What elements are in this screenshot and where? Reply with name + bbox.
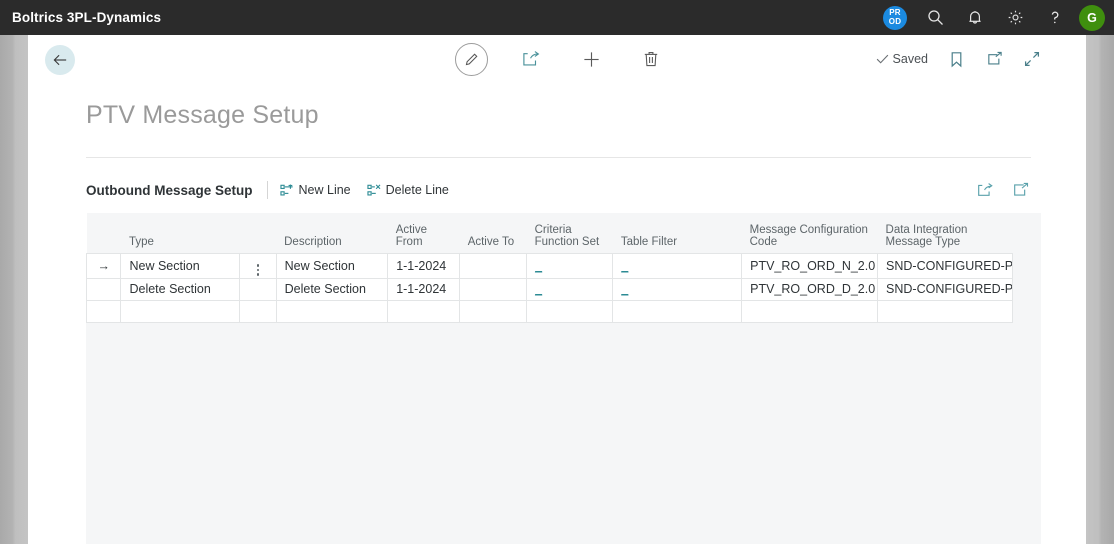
outbound-message-setup-grid: Type Description Active From Active To C… bbox=[85, 213, 1041, 544]
avatar[interactable]: G bbox=[1079, 4, 1105, 31]
criteria-function-set-link[interactable]: _ bbox=[535, 282, 542, 296]
cell-message-configuration-code[interactable]: PTV_RO_ORD_D_2.0 bbox=[741, 277, 879, 301]
top-navigation-bar: Boltrics 3PL-Dynamics PR OD G bbox=[0, 0, 1114, 35]
row-selector[interactable]: → bbox=[85, 252, 122, 279]
edit-button[interactable] bbox=[453, 41, 489, 77]
column-header-message-configuration-code[interactable]: Message Configuration Code bbox=[741, 213, 878, 253]
cell-active-from[interactable]: 1-1-2024 bbox=[387, 252, 461, 279]
page-title: PTV Message Setup bbox=[86, 101, 319, 129]
bookmark-icon[interactable] bbox=[946, 49, 966, 69]
table-header: Type Description Active From Active To C… bbox=[86, 213, 1013, 253]
column-header-selector bbox=[86, 213, 121, 253]
cell-table-filter[interactable]: _ bbox=[612, 252, 743, 279]
row-selector[interactable] bbox=[85, 299, 122, 323]
new-button[interactable] bbox=[573, 41, 609, 77]
page-gutter-right bbox=[1086, 35, 1114, 544]
environment-badge-line2: OD bbox=[888, 16, 902, 26]
cell-active-from[interactable]: 1-1-2024 bbox=[387, 277, 461, 301]
page-content: Saved PTV Message Setup Outbound Message… bbox=[28, 35, 1086, 544]
section-header: Outbound Message Setup New Line Delete L… bbox=[86, 175, 1031, 205]
new-line-icon bbox=[279, 184, 294, 197]
notification-bell-icon[interactable] bbox=[955, 0, 995, 35]
table-filter-link[interactable]: _ bbox=[621, 282, 628, 296]
table-row[interactable] bbox=[85, 299, 1013, 323]
column-header-criteria-function-set[interactable]: Criteria Function Set bbox=[526, 213, 613, 253]
check-icon bbox=[876, 54, 888, 64]
gear-icon[interactable] bbox=[995, 0, 1035, 35]
row-menu-button[interactable] bbox=[239, 277, 277, 301]
cell-criteria-function-set[interactable]: _ bbox=[526, 277, 614, 301]
cell-description[interactable]: Delete Section bbox=[275, 277, 389, 301]
command-bar: Saved bbox=[28, 35, 1086, 90]
cell-data-integration-message-type[interactable]: SND-CONFIGURED-PTV bbox=[877, 252, 1013, 279]
row-selector[interactable] bbox=[85, 277, 122, 301]
cell-type[interactable] bbox=[120, 299, 241, 323]
cell-description[interactable]: New Section bbox=[275, 252, 389, 279]
environment-badge[interactable]: PR OD bbox=[875, 0, 915, 35]
app-brand-title: Boltrics 3PL-Dynamics bbox=[12, 10, 162, 25]
column-header-description[interactable]: Description bbox=[276, 213, 388, 253]
page-gutter-left bbox=[0, 35, 28, 544]
table-body: → New Section New Section 1-1-2024 _ _ P… bbox=[85, 252, 1013, 323]
section-header-right-actions bbox=[975, 180, 1031, 200]
command-bar-right-actions: Saved bbox=[876, 49, 1042, 69]
cell-active-to[interactable] bbox=[459, 299, 528, 323]
data-table: Type Description Active From Active To C… bbox=[85, 213, 1013, 323]
new-line-label: New Line bbox=[298, 183, 351, 197]
cell-data-integration-message-type[interactable] bbox=[877, 299, 1013, 323]
delete-button[interactable] bbox=[633, 41, 669, 77]
cell-criteria-function-set[interactable] bbox=[526, 299, 614, 323]
row-menu-button[interactable] bbox=[239, 299, 277, 323]
cell-criteria-function-set[interactable]: _ bbox=[526, 252, 614, 279]
criteria-function-set-link[interactable]: _ bbox=[535, 259, 542, 273]
cell-type[interactable]: New Section bbox=[120, 252, 241, 279]
pencil-icon bbox=[454, 42, 488, 76]
section-title: Outbound Message Setup bbox=[86, 182, 253, 198]
table-header-row: Type Description Active From Active To C… bbox=[86, 213, 1013, 253]
share-export-icon[interactable] bbox=[975, 180, 995, 200]
collapse-icon[interactable] bbox=[1022, 49, 1042, 69]
avatar-initial: G bbox=[1087, 10, 1097, 25]
table-row[interactable]: Delete Section Delete Section 1-1-2024 _… bbox=[85, 277, 1013, 301]
cell-active-to[interactable] bbox=[459, 252, 528, 279]
title-divider bbox=[86, 157, 1031, 158]
delete-line-icon bbox=[367, 183, 381, 197]
cell-table-filter[interactable]: _ bbox=[612, 277, 743, 301]
help-question-icon[interactable] bbox=[1035, 0, 1075, 35]
cell-table-filter[interactable] bbox=[612, 299, 743, 323]
search-icon[interactable] bbox=[915, 0, 955, 35]
delete-line-button[interactable]: Delete Line bbox=[367, 183, 449, 197]
column-header-data-integration-message-type[interactable]: Data Integration Message Type bbox=[877, 213, 1013, 253]
table-filter-link[interactable]: _ bbox=[621, 259, 628, 273]
saved-label: Saved bbox=[892, 52, 928, 66]
cell-message-configuration-code[interactable] bbox=[741, 299, 879, 323]
new-line-button[interactable]: New Line bbox=[279, 183, 351, 197]
column-header-type[interactable]: Type bbox=[120, 213, 240, 253]
topbar-actions: PR OD G bbox=[875, 0, 1114, 35]
divider bbox=[266, 181, 268, 199]
column-header-menu bbox=[239, 213, 277, 253]
kebab-menu-icon bbox=[256, 264, 260, 276]
row-menu-button[interactable] bbox=[239, 252, 277, 279]
table-row[interactable]: → New Section New Section 1-1-2024 _ _ P… bbox=[85, 252, 1013, 279]
command-bar-center-actions bbox=[453, 41, 669, 77]
delete-line-label: Delete Line bbox=[385, 183, 449, 197]
cell-type[interactable]: Delete Section bbox=[120, 277, 241, 301]
column-header-table-filter[interactable]: Table Filter bbox=[612, 213, 742, 253]
application-window: Boltrics 3PL-Dynamics PR OD G Saved PTV … bbox=[0, 0, 1114, 544]
cell-data-integration-message-type[interactable]: SND-CONFIGURED-PTV bbox=[877, 277, 1013, 301]
column-header-active-to[interactable]: Active To bbox=[459, 213, 527, 253]
cell-active-from[interactable] bbox=[387, 299, 461, 323]
cell-active-to[interactable] bbox=[459, 277, 528, 301]
share-button[interactable] bbox=[513, 41, 549, 77]
back-button[interactable] bbox=[45, 45, 75, 75]
expand-icon[interactable] bbox=[1011, 180, 1031, 200]
cell-description[interactable] bbox=[275, 299, 389, 323]
column-header-active-from[interactable]: Active From bbox=[387, 213, 460, 253]
saved-status: Saved bbox=[876, 52, 928, 66]
open-in-new-window-icon[interactable] bbox=[984, 49, 1004, 69]
cell-message-configuration-code[interactable]: PTV_RO_ORD_N_2.0 bbox=[741, 252, 879, 279]
